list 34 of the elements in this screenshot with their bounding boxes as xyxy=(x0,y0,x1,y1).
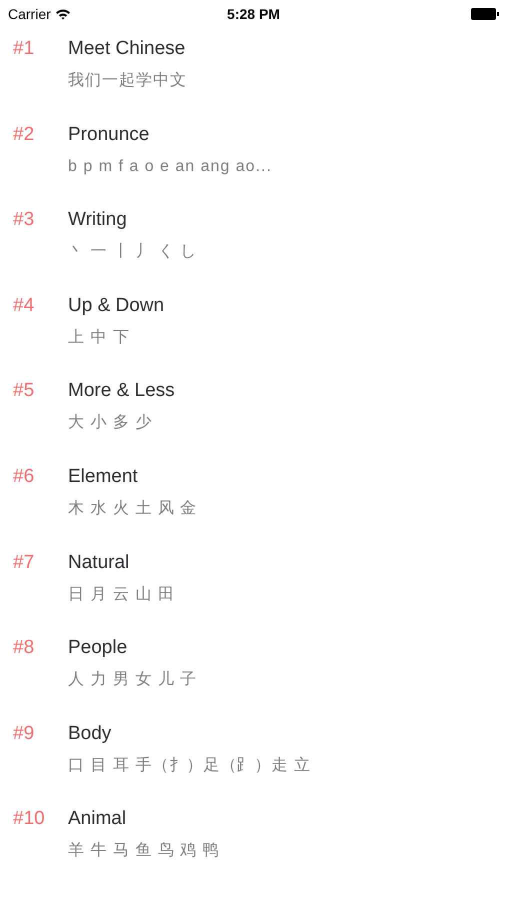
lesson-number: #4 xyxy=(13,294,34,316)
status-time: 5:28 PM xyxy=(227,4,280,24)
lesson-number: #10 xyxy=(13,808,45,830)
lesson-subtitle: 我们一起学中文 xyxy=(68,72,187,89)
lesson-number: #1 xyxy=(13,38,34,59)
lesson-subtitle: b p m f a o e an ang ao... xyxy=(68,158,272,175)
lesson-title[interactable]: Body xyxy=(68,722,112,744)
battery-icon xyxy=(470,8,499,20)
wifi-icon xyxy=(54,8,71,20)
lesson-number: #2 xyxy=(13,124,34,145)
lesson-number: #6 xyxy=(13,466,34,487)
lesson-subtitle: 丶 一 丨 丿 く し xyxy=(68,243,198,260)
lesson-title[interactable]: Natural xyxy=(68,552,130,573)
lesson-subtitle: 上 中 下 xyxy=(68,328,130,346)
lesson-title[interactable]: Pronunce xyxy=(68,124,150,145)
lesson-title[interactable]: Up & Down xyxy=(68,294,164,316)
lesson-subtitle: 羊 牛 马 鱼 鸟 鸡 鸭 xyxy=(68,842,220,860)
lesson-title[interactable]: Meet Chinese xyxy=(68,38,186,59)
lesson-title[interactable]: More & Less xyxy=(68,380,175,402)
lesson-subtitle: 木 水 火 土 风 金 xyxy=(68,500,198,517)
lesson-title[interactable]: Animal xyxy=(68,808,126,830)
lesson-number: #3 xyxy=(13,209,34,230)
lesson-number: #5 xyxy=(13,380,34,402)
lesson-title[interactable]: People xyxy=(68,637,128,658)
lesson-number: #7 xyxy=(13,552,34,573)
lesson-number: #8 xyxy=(13,637,34,658)
lesson-subtitle: 大 小 多 少 xyxy=(68,414,152,432)
lesson-subtitle: 日 月 云 山 田 xyxy=(68,586,175,603)
lesson-title[interactable]: Element xyxy=(68,466,138,487)
lesson-title[interactable]: Writing xyxy=(68,209,127,230)
lesson-number: #9 xyxy=(13,722,34,744)
lesson-subtitle: 人 力 男 女 儿 子 xyxy=(68,671,198,688)
carrier-label: Carrier xyxy=(8,4,51,24)
lesson-subtitle: 口 目 耳 手（扌）足（⻊）走 立 xyxy=(68,756,311,774)
